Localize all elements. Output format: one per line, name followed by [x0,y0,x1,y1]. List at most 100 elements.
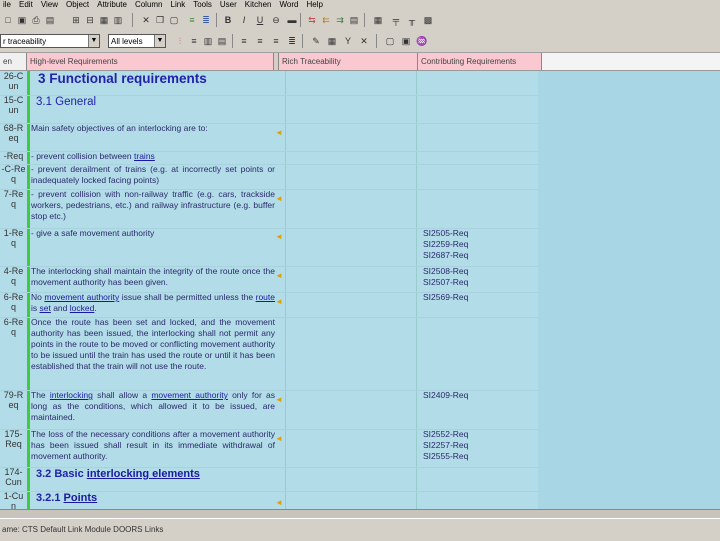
menu-item-user[interactable]: User [217,0,242,9]
link-marker-icon[interactable]: ◄ [275,396,283,404]
clear-filter-icon[interactable]: ✕ [358,35,370,47]
table-row[interactable]: 1-Re q - give a safe movement authority ◄ S… [0,228,538,267]
menu-item-tools[interactable]: Tools [190,0,217,9]
table-row[interactable]: 175- Req The loss of the necessary condit… [0,429,538,468]
link-marker-icon[interactable]: ◄ [275,195,283,203]
menu-item-word[interactable]: Word [276,0,303,9]
requirement-text[interactable]: Main safety objectives of an interlockin… [31,123,275,134]
link-marker-icon[interactable]: ◄ [275,272,283,280]
align-right-icon[interactable]: ≡ [270,35,282,47]
underline-icon[interactable]: U [254,14,266,26]
table-row[interactable]: 4-Re q The interlocking shall maintain th… [0,266,538,293]
strikeout-icon[interactable]: ⊖ [270,14,282,26]
menu-item-link[interactable]: Link [168,0,191,9]
align-center-icon[interactable]: ≡ [254,35,266,47]
menu-item-view[interactable]: View [38,0,63,9]
requirement-text[interactable]: - prevent collision with non-railway tra… [31,189,275,222]
save-icon[interactable]: ▣ [16,14,28,26]
menu-item-attribute[interactable]: Attribute [94,0,132,9]
requirement-text[interactable]: The interlocking shall maintain the inte… [31,266,275,288]
table-row[interactable]: 79-R eq The interlocking shall allow a mo… [0,390,538,430]
picture-icon[interactable]: ▣ [400,35,412,47]
link-target-icon[interactable]: ⇉ [334,14,346,26]
menu-item-edit[interactable]: Edit [16,0,38,9]
color-icon[interactable]: ▬ [286,14,298,26]
outline-icon[interactable]: ╥ [406,14,418,26]
menu-item-help[interactable]: Help [303,0,327,9]
column-header-id[interactable]: en [0,53,27,70]
contributing-requirements[interactable]: SI2505-Req SI2259-Req SI2687-Req [423,228,535,261]
requirement-text[interactable]: - prevent derailment of trains (e.g. at … [31,164,275,186]
link-marker-icon[interactable]: ◄ [275,499,283,507]
insert-heading-icon[interactable]: ▦ [98,14,110,26]
italic-icon[interactable]: I [238,14,250,26]
table-row[interactable]: 68-R eq Main safety objectives of an inte… [0,123,538,152]
chart-icon[interactable]: ♒ [416,35,428,47]
print-icon[interactable]: ⎙ [30,14,42,26]
link-marker-icon[interactable]: ◄ [275,233,283,241]
view-icon[interactable]: ▦ [372,14,384,26]
tools-icon[interactable]: ✎ [310,35,322,47]
table-row[interactable]: 1-Cu n 3.2.1 Points ◄ [0,491,538,509]
requirement-text[interactable]: The loss of the necessary conditions aft… [31,429,275,462]
column-header-rich-traceability[interactable]: Rich Traceability [279,53,418,70]
sort-icon[interactable]: ≡ [188,35,200,47]
copy-icon[interactable]: ❐ [154,14,166,26]
level-select[interactable]: All levels ▼ [108,34,166,48]
link-marker-icon[interactable]: ◄ [275,435,283,443]
align-left-icon[interactable]: ≡ [238,35,250,47]
contributing-requirements[interactable]: SI2409-Req [423,390,535,401]
view-select[interactable]: r traceability ▼ [0,34,100,48]
requirement-text[interactable]: - give a safe movement authority [31,228,275,239]
table-row[interactable]: 174- Cun 3.2 Basic interlocking elements [0,467,538,492]
link-source-icon[interactable]: ⇇ [320,14,332,26]
column-header-requirements[interactable]: High-level Requirements [27,53,274,70]
requirement-text[interactable]: - prevent collision between trains [31,151,275,162]
contributing-requirements[interactable]: SI2552-Req SI2257-Req SI2555-Req [423,429,535,462]
promote-icon[interactable]: ≡ [186,14,198,26]
bold-icon[interactable]: B [222,14,234,26]
insert-icon[interactable]: ⊞ [70,14,82,26]
grid-icon[interactable]: ▦ [326,35,338,47]
table-row[interactable]: -Req - prevent collision between trains [0,151,538,165]
link-module-icon[interactable]: ▤ [348,14,360,26]
new-icon[interactable]: □ [2,14,14,26]
menu-item-kitchen[interactable]: Kitchen [242,0,277,9]
section-heading[interactable]: 3.1 General [36,95,280,109]
level-icon[interactable]: ╤ [390,14,402,26]
requirement-text[interactable]: No movement authority issue shall be per… [31,292,275,314]
column-icon[interactable]: ▥ [202,35,214,47]
graphics-icon[interactable]: ▩ [422,14,434,26]
table-row[interactable]: -C-Re q- prevent derailment of trains (e… [0,164,538,190]
funnel-icon[interactable]: Y [342,35,354,47]
menu-item-object[interactable]: Object [63,0,94,9]
paste-icon[interactable]: ▢ [168,14,180,26]
contributing-requirements[interactable]: SI2508-Req SI2507-Req [423,266,535,288]
menu-item-file[interactable]: ile [0,0,16,9]
freeze-icon[interactable]: ▤ [216,35,228,47]
table-row[interactable]: 6-Re q No movement authority issue shall … [0,292,538,318]
filter-icon[interactable]: ⫶ [174,35,186,47]
section-heading[interactable]: 3.2 Basic interlocking elements [36,467,280,481]
table-row[interactable]: 6-Re q Once the route has been set and lo… [0,317,538,391]
requirement-text[interactable]: The interlocking shall allow a movement … [31,390,275,423]
chevron-down-icon[interactable]: ▼ [154,35,165,47]
window-icon[interactable]: ▢ [384,35,396,47]
chevron-down-icon[interactable]: ▼ [88,35,99,47]
menu-item-column[interactable]: Column [132,0,168,9]
properties-icon[interactable]: ▤ [44,14,56,26]
table-row[interactable]: 7-Re q - prevent collision with non-railw… [0,189,538,229]
link-marker-icon[interactable]: ◄ [275,298,283,306]
demote-icon[interactable]: ≣ [200,14,212,26]
insert-below-icon[interactable]: ⊟ [84,14,96,26]
table-row[interactable]: 15-C un 3.1 General [0,95,538,124]
contributing-requirements[interactable]: SI2569-Req [423,292,535,303]
section-heading[interactable]: 3.2.1 Points [36,491,280,505]
cut-icon[interactable]: ✕ [140,14,152,26]
table-row[interactable]: 26-C un 3 Functional requirements [0,71,538,96]
link-marker-icon[interactable]: ◄ [275,129,283,137]
column-header-contributing[interactable]: Contributing Requirements [418,53,542,70]
justify-icon[interactable]: ≣ [286,35,298,47]
section-heading[interactable]: 3 Functional requirements [38,71,282,87]
link-icon[interactable]: ⇆ [306,14,318,26]
